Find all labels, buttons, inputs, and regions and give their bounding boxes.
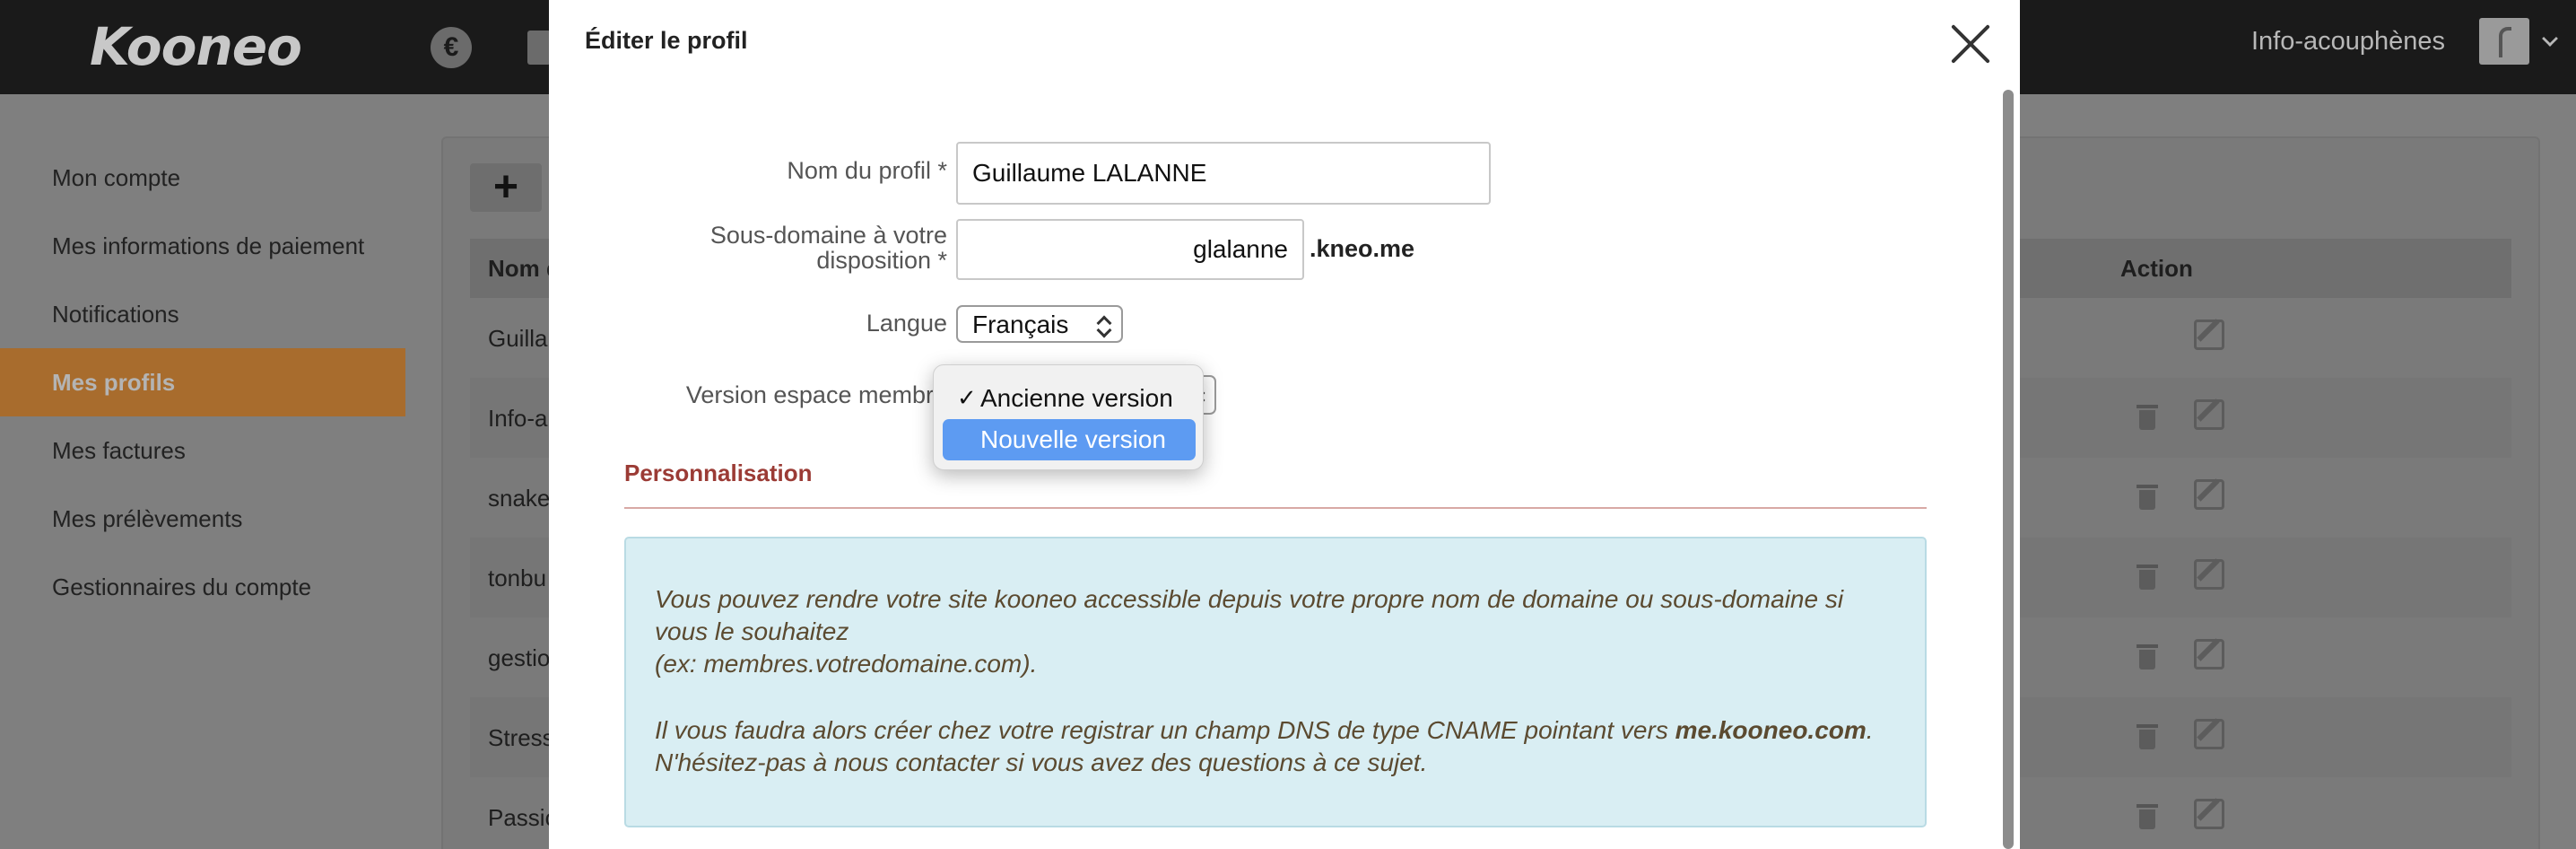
ticket-icon[interactable] <box>527 31 551 65</box>
column-header-action: Action <box>2120 255 2193 282</box>
version-option-nouvelle[interactable]: Nouvelle version <box>943 419 1196 460</box>
trash-icon[interactable] <box>2137 801 2158 829</box>
profile-name-cell: tonbu <box>488 565 547 591</box>
info-line-3-end: . <box>1866 716 1874 744</box>
edit-icon[interactable] <box>2194 559 2224 590</box>
section-divider <box>624 507 1927 509</box>
version-dropdown-menu: ✓ Ancienne version Nouvelle version <box>933 364 1204 470</box>
avatar[interactable] <box>2479 18 2529 65</box>
sidebar-item-paiement[interactable]: Mes informations de paiement <box>0 212 405 280</box>
edit-icon[interactable] <box>2194 719 2224 749</box>
version-option-ancienne[interactable]: ✓ Ancienne version <box>943 378 1196 419</box>
profile-name-input[interactable] <box>956 142 1491 205</box>
add-profile-button[interactable]: + <box>470 163 542 212</box>
kooneo-logo[interactable]: Kooneo <box>90 16 302 77</box>
info-line-1: Vous pouvez rendre votre site kooneo acc… <box>655 585 1844 645</box>
language-label: Langue <box>866 310 947 337</box>
subdomain-input[interactable] <box>956 219 1304 280</box>
profile-name-cell: snake <box>488 485 551 512</box>
trash-icon[interactable] <box>2137 401 2158 430</box>
sidebar-item-mon-compte[interactable]: Mon compte <box>0 144 405 212</box>
trash-icon[interactable] <box>2137 561 2158 590</box>
edit-icon[interactable] <box>2194 639 2224 670</box>
trash-icon[interactable] <box>2137 641 2158 670</box>
profile-name-cell: Info-a <box>488 405 548 432</box>
close-icon[interactable] <box>1950 23 1991 65</box>
subdomain-label-line1: Sous-domaine à votre <box>709 222 947 249</box>
edit-icon[interactable] <box>2194 799 2224 829</box>
info-line-4: N'hésitez-pas à nous contacter si vous a… <box>655 748 1428 776</box>
trash-icon[interactable] <box>2137 721 2158 749</box>
sidebar-item-prelevements[interactable]: Mes prélèvements <box>0 485 405 553</box>
profile-name-cell: Guilla <box>488 325 548 352</box>
option-label: Ancienne version <box>980 384 1173 412</box>
modal-scrollbar[interactable] <box>2003 90 2014 849</box>
version-label: Version espace membre <box>685 381 947 408</box>
info-line-3: Il vous faudra alors créer chez votre re… <box>655 714 1902 747</box>
info-line-3-text: Il vous faudra alors créer chez votre re… <box>655 716 1675 744</box>
edit-icon[interactable] <box>2194 319 2224 350</box>
language-select[interactable]: Français <box>956 305 1123 343</box>
subdomain-label-line2: disposition * <box>816 247 947 274</box>
edit-icon[interactable] <box>2194 399 2224 430</box>
subdomain-suffix: .kneo.me <box>1310 235 1415 262</box>
sidebar-item-mes-profils[interactable]: Mes profils <box>0 348 405 416</box>
sidebar-item-notifications[interactable]: Notifications <box>0 280 405 348</box>
profile-name-cell: Passio <box>488 804 559 831</box>
cname-target-domain: me.kooneo.com <box>1675 716 1867 744</box>
profile-name-cell: Stress <box>488 724 554 751</box>
sidebar-item-factures[interactable]: Mes factures <box>0 416 405 485</box>
sidebar: Mon compte Mes informations de paiement … <box>0 144 405 621</box>
edit-icon[interactable] <box>2194 479 2224 510</box>
profile-name-cell: gestio <box>488 644 551 671</box>
domain-info-box: Vous pouvez rendre votre site kooneo acc… <box>624 537 1927 827</box>
sidebar-item-gestionnaires[interactable]: Gestionnaires du compte <box>0 553 405 621</box>
chevron-down-icon[interactable] <box>2542 31 2558 47</box>
account-name[interactable]: Info-acouphènes <box>2251 27 2445 57</box>
checkmark-icon: ✓ <box>957 385 977 412</box>
edit-profile-modal: Éditer le profil Nom du profil * Sous-do… <box>549 0 2020 849</box>
euro-icon[interactable]: € <box>431 27 472 68</box>
option-label: Nouvelle version <box>980 425 1166 453</box>
select-arrows-icon <box>1096 312 1110 337</box>
modal-title: Éditer le profil <box>585 27 748 54</box>
personalisation-title: Personnalisation <box>624 460 813 486</box>
language-selected-value: Français <box>972 311 1069 338</box>
info-line-2: (ex: membres.votredomaine.com). <box>655 650 1038 678</box>
trash-icon[interactable] <box>2137 481 2158 510</box>
profile-name-label: Nom du profil * <box>787 157 947 184</box>
